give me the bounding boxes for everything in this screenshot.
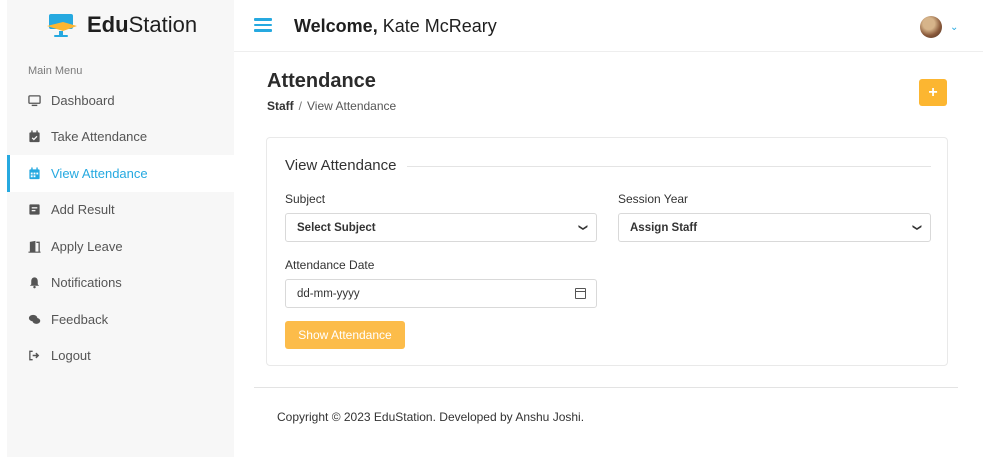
sidebar-item-label: Logout xyxy=(51,348,91,364)
sidebar-item-label: Apply Leave xyxy=(51,238,123,254)
attendance-date-input[interactable]: dd-mm-yyyy xyxy=(285,279,597,308)
sidebar-item-label: Take Attendance xyxy=(51,129,148,145)
subject-label: Subject xyxy=(285,192,326,206)
sign-out-icon xyxy=(27,349,41,363)
user-name: Kate McReary xyxy=(382,16,497,36)
monitor-book-logo-icon xyxy=(47,14,77,37)
breadcrumb-separator: / xyxy=(298,99,303,113)
session-year-select-value: Assign Staff xyxy=(630,221,698,234)
hamburger-menu-icon[interactable] xyxy=(254,18,272,34)
subject-select-value: Select Subject xyxy=(297,221,376,234)
result-icon xyxy=(27,203,41,217)
door-open-icon xyxy=(27,239,41,253)
calendar-icon xyxy=(27,166,41,180)
show-attendance-button[interactable]: Show Attendance xyxy=(285,321,405,349)
breadcrumb: Staff / View Attendance xyxy=(267,99,396,113)
session-year-label: Session Year xyxy=(618,192,689,206)
footer-divider xyxy=(254,387,958,388)
sidebar-item-notifications[interactable]: Notifications xyxy=(7,265,234,302)
sidebar: EduStation Main Menu Dashboard Take Atte… xyxy=(7,0,234,457)
welcome-message: Welcome, Kate McReary xyxy=(294,16,497,36)
sidebar-item-label: Dashboard xyxy=(51,92,115,108)
attendance-date-placeholder: dd-mm-yyyy xyxy=(297,287,360,300)
chevron-down-icon[interactable]: ⌄ xyxy=(950,22,958,33)
chevron-down-icon: ❯ xyxy=(912,223,923,232)
footer-copyright: Copyright © 2023 EduStation. Developed b… xyxy=(277,410,585,424)
breadcrumb-parent[interactable]: Staff xyxy=(267,99,294,113)
card-title: View Attendance xyxy=(285,157,403,174)
sidebar-item-apply-leave[interactable]: Apply Leave xyxy=(7,228,234,265)
view-attendance-card: View Attendance Subject Select Subject ❯… xyxy=(266,137,948,366)
page-title: Attendance xyxy=(267,70,376,92)
avatar[interactable] xyxy=(920,16,942,38)
brand-name: EduStation xyxy=(87,12,198,37)
menu-title: Main Menu xyxy=(28,65,83,77)
sidebar-item-take-attendance[interactable]: Take Attendance xyxy=(7,119,234,156)
sidebar-item-dashboard[interactable]: Dashboard xyxy=(7,82,234,119)
sidebar-item-label: Feedback xyxy=(51,311,109,327)
monitor-icon xyxy=(27,93,41,107)
subject-select[interactable]: Select Subject ❯ xyxy=(285,213,597,242)
sidebar-item-add-result[interactable]: Add Result xyxy=(7,192,234,229)
session-year-select[interactable]: Assign Staff ❯ xyxy=(618,213,931,242)
brand-logo[interactable]: EduStation xyxy=(7,0,234,50)
attendance-date-label: Attendance Date xyxy=(285,258,375,272)
breadcrumb-current: View Attendance xyxy=(307,99,397,113)
calendar-check-icon xyxy=(27,130,41,144)
sidebar-item-view-attendance[interactable]: View Attendance xyxy=(7,155,234,192)
comments-icon xyxy=(27,312,41,326)
add-button[interactable]: + xyxy=(919,79,947,106)
chevron-down-icon: ❯ xyxy=(578,223,589,232)
bell-icon xyxy=(27,276,41,290)
sidebar-item-feedback[interactable]: Feedback xyxy=(7,301,234,338)
calendar-picker-icon[interactable] xyxy=(575,288,586,299)
sidebar-item-label: Notifications xyxy=(51,275,122,291)
top-header: Welcome, Kate McReary ⌄ xyxy=(234,0,983,52)
sidebar-item-label: Add Result xyxy=(51,202,115,218)
sidebar-menu: Dashboard Take Attendance View Attendanc… xyxy=(7,82,234,374)
sidebar-item-logout[interactable]: Logout xyxy=(7,338,234,375)
card-title-divider xyxy=(407,166,931,167)
sidebar-item-label: View Attendance xyxy=(51,165,148,181)
